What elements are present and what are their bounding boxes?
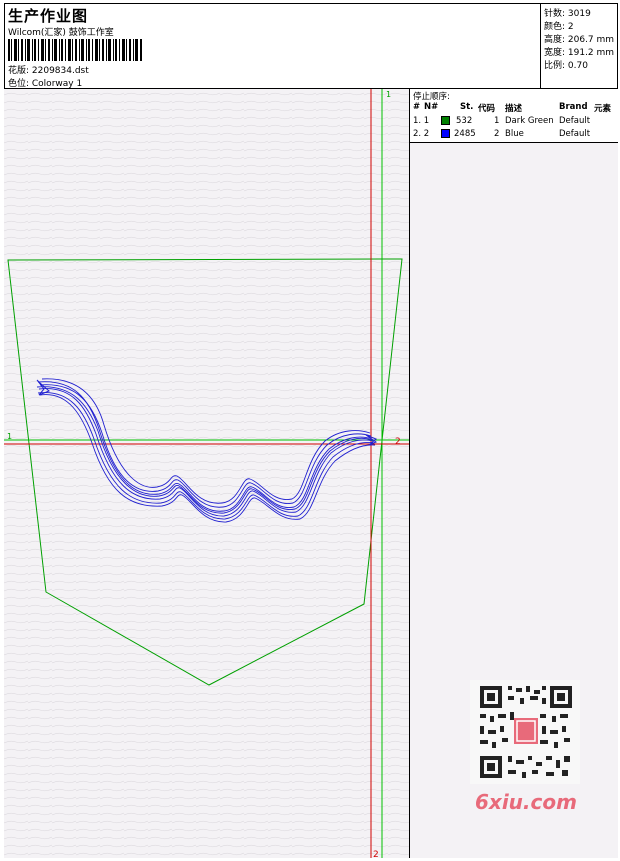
col-index: # <box>413 102 421 112</box>
design-width: 宽度: 191.2 mm <box>544 48 615 58</box>
row1-color-swatch <box>441 116 450 125</box>
col-stitches: St. <box>460 102 474 112</box>
stop-sequence-table: 停止顺序: # N# St. 代码 描述 Brand 元素 1. 1 532 1… <box>410 89 618 143</box>
col-element: 元素 <box>594 104 612 114</box>
col-number: N# <box>424 102 439 112</box>
row2-code: 2 <box>494 129 500 139</box>
col-code: 代码 <box>478 104 496 114</box>
design-height: 高度: 206.7 mm <box>544 35 615 45</box>
design-canvas: 1 1 2 2 <box>4 89 409 858</box>
row1-code: 1 <box>494 116 500 126</box>
design-drawing: 1 1 2 2 <box>4 89 409 858</box>
page-title: 生产作业图 <box>8 7 89 25</box>
qr-code <box>470 680 580 784</box>
fabric-texture <box>4 89 409 858</box>
watermark-text: 6xiu.com <box>475 790 577 814</box>
guide-label-top: 1 <box>386 90 391 99</box>
guide-label-right: 2 <box>395 437 401 447</box>
row2-description: Blue <box>505 129 524 139</box>
stop-sequence-title: 停止顺序: <box>413 92 450 102</box>
guide-label-left: 1 <box>7 432 12 441</box>
company-name: Wilcom(汇家) 鼓饰工作室 <box>8 28 114 38</box>
row1-index: 1. 1 <box>413 116 430 126</box>
design-stats: 针数: 3019 颜色: 2 高度: 206.7 mm 宽度: 191.2 mm… <box>540 3 618 88</box>
col-description: 描述 <box>505 104 523 114</box>
header-info: 生产作业图 Wilcom(汇家) 鼓饰工作室 花版: 2209834.dst 色… <box>4 3 540 89</box>
row2-brand: Default <box>559 129 591 139</box>
guide-label-bottom: 2 <box>373 850 379 858</box>
stitch-count: 针数: 3019 <box>544 9 591 19</box>
row1-description: Dark Green <box>505 116 554 126</box>
row1-brand: Default <box>559 116 591 126</box>
col-brand: Brand <box>559 102 588 112</box>
row1-stitches: 532 <box>456 116 473 126</box>
row2-stitches: 2485 <box>454 129 476 139</box>
barcode <box>8 39 142 61</box>
design-file-label: 花版: 2209834.dst <box>8 66 89 76</box>
color-count: 颜色: 2 <box>544 22 574 32</box>
design-scale: 比例: 0.70 <box>544 61 588 71</box>
row2-index: 2. 2 <box>413 129 430 139</box>
row2-color-swatch <box>441 129 450 138</box>
